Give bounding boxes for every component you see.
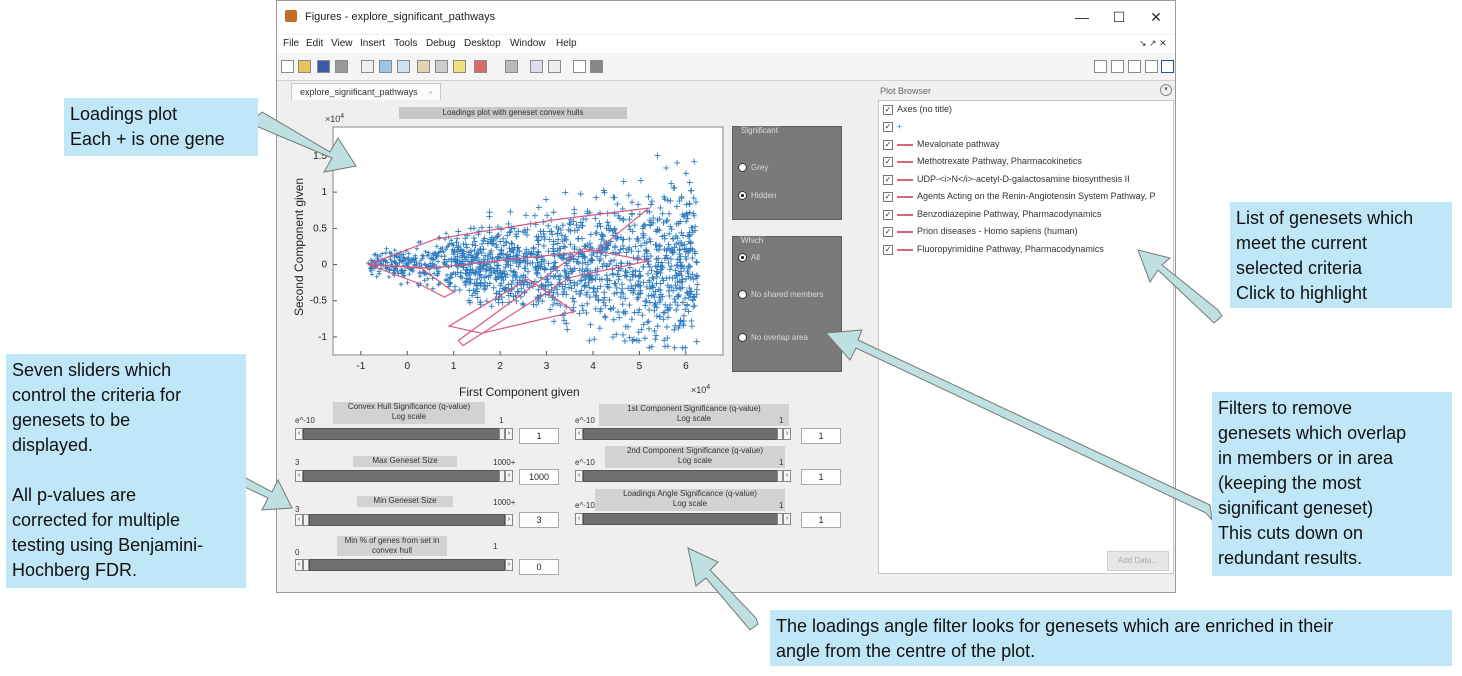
arrow-angle	[687, 547, 759, 631]
arrow-genesets	[1137, 249, 1223, 324]
annotation-genesets: List of genesets which meet the current …	[1230, 202, 1452, 308]
annotation-sliders: Seven sliders which control the criteria…	[6, 354, 246, 588]
arrow-loadings	[251, 111, 357, 173]
annotation-loadings: Loadings plot Each + is one gene	[64, 98, 258, 156]
annotation-angle: The loadings angle filter looks for gene…	[770, 610, 1452, 666]
annotation-filters: Filters to remove genesets which overlap…	[1212, 392, 1452, 576]
arrow-filters	[824, 329, 1213, 522]
